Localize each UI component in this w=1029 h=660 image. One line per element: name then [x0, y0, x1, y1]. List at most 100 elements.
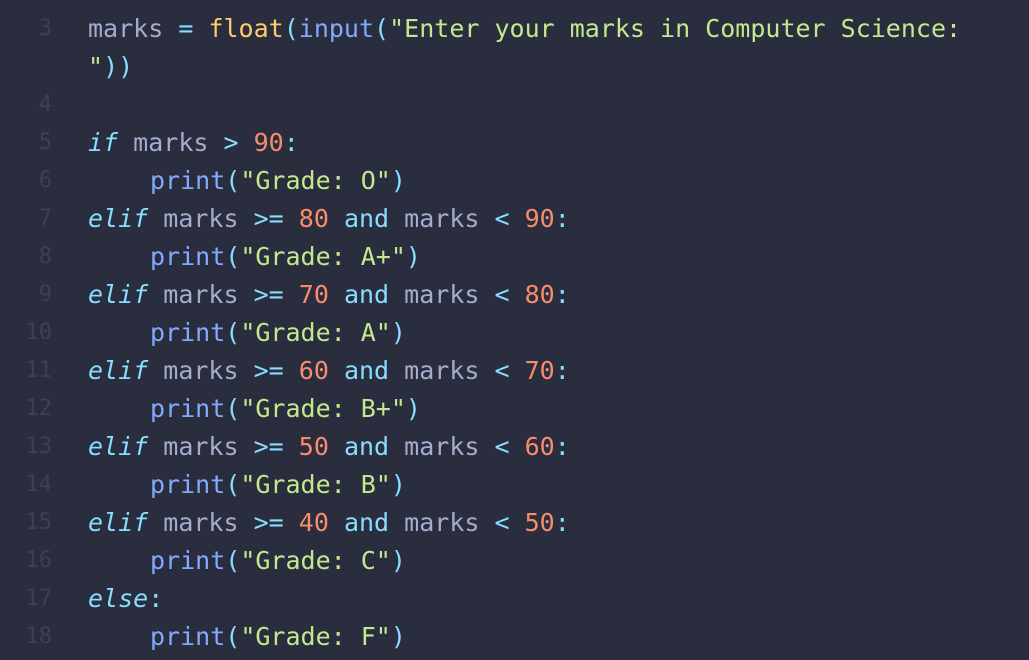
paren-token: (: [374, 14, 390, 43]
line-number: 10: [25, 320, 53, 345]
code-line: elif marks >= 40 and marks < 50:: [88, 504, 1009, 542]
builtin-token: print: [150, 166, 226, 195]
string-token: "Grade: B+": [240, 394, 406, 423]
operator-token: <: [494, 280, 510, 309]
code-line: print("Grade: B"): [88, 466, 1009, 504]
code-line: print("Grade: F"): [88, 618, 1009, 656]
paren-token: (: [225, 318, 241, 347]
number-token: 80: [298, 204, 329, 233]
paren-token: ): [390, 546, 406, 575]
paren-token: ): [405, 242, 421, 271]
string-token: "Grade: B": [240, 470, 391, 499]
operator-token: <: [494, 204, 510, 233]
line-number: 12: [25, 396, 53, 421]
number-token: 50: [298, 432, 329, 461]
line-number: 4: [38, 92, 52, 117]
variable-token: marks: [404, 508, 480, 537]
colon-token: :: [148, 584, 164, 613]
number-token: 70: [298, 280, 329, 309]
paren-token: )): [103, 52, 134, 81]
code-content[interactable]: marks = float(input("Enter your marks in…: [88, 10, 1009, 656]
variable-token: marks: [404, 280, 480, 309]
code-line-wrap: ")): [88, 48, 1009, 86]
paren-token: ): [390, 622, 406, 651]
paren-token: (: [283, 14, 299, 43]
builtin-token: print: [150, 318, 226, 347]
string-token: "Grade: C": [240, 546, 391, 575]
number-token: 80: [524, 280, 555, 309]
colon-token: :: [554, 356, 570, 385]
variable-token: marks: [404, 356, 480, 385]
line-number: 17: [25, 586, 53, 611]
operator-token: <: [494, 356, 510, 385]
line-number-gutter: 3 4 5 6 7 8 9 10 11 12 13 14 15 16 17 18: [0, 10, 53, 656]
operator-token: >=: [253, 356, 284, 385]
paren-token: (: [225, 622, 241, 651]
variable-token: marks: [88, 14, 164, 43]
line-number: 15: [25, 510, 53, 535]
keyword-token: elif: [88, 280, 149, 309]
code-line: elif marks >= 80 and marks < 90:: [88, 200, 1009, 238]
code-line: elif marks >= 60 and marks < 70:: [88, 352, 1009, 390]
colon-token: :: [283, 128, 299, 157]
code-line: marks = float(input("Enter your marks in…: [88, 10, 1009, 48]
colon-token: :: [554, 508, 570, 537]
string-token: ": [88, 52, 104, 81]
line-number: 18: [25, 624, 53, 649]
operator-token: >=: [253, 204, 284, 233]
operator-token: >: [223, 128, 239, 157]
paren-token: (: [225, 166, 241, 195]
variable-token: marks: [163, 356, 239, 385]
line-number: 13: [25, 434, 53, 459]
builtin-token: print: [150, 546, 226, 575]
line-number: 9: [38, 282, 52, 307]
variable-token: marks: [404, 432, 480, 461]
code-line: else:: [88, 580, 1009, 618]
variable-token: marks: [163, 508, 239, 537]
line-number: 3: [38, 16, 52, 41]
paren-token: (: [225, 242, 241, 271]
colon-token: :: [554, 280, 570, 309]
operator-token: <: [494, 508, 510, 537]
keyword-token: else: [88, 584, 149, 613]
paren-token: (: [225, 394, 241, 423]
paren-token: (: [225, 470, 241, 499]
line-number: 7: [38, 206, 52, 231]
line-number: 6: [38, 168, 52, 193]
code-line: elif marks >= 70 and marks < 80:: [88, 276, 1009, 314]
colon-token: :: [554, 204, 570, 233]
operator-token: >=: [253, 280, 284, 309]
paren-token: ): [390, 166, 406, 195]
variable-token: marks: [163, 280, 239, 309]
code-editor[interactable]: 3 4 5 6 7 8 9 10 11 12 13 14 15 16 17 18…: [0, 0, 1029, 660]
keyword-token: elif: [88, 508, 149, 537]
keyword-token: elif: [88, 204, 149, 233]
variable-token: marks: [163, 432, 239, 461]
operator-token: >=: [253, 508, 284, 537]
string-token: "Grade: A": [240, 318, 391, 347]
operator-token: >=: [253, 432, 284, 461]
line-number: 14: [25, 472, 53, 497]
number-token: 90: [253, 128, 284, 157]
operator-token: <: [494, 432, 510, 461]
paren-token: ): [390, 470, 406, 499]
code-line: elif marks >= 50 and marks < 60:: [88, 428, 1009, 466]
string-token: "Grade: O": [240, 166, 391, 195]
string-token: "Grade: A+": [240, 242, 406, 271]
number-token: 70: [524, 356, 555, 385]
variable-token: marks: [133, 128, 209, 157]
builtin-token: input: [298, 14, 375, 43]
string-token: "Grade: F": [240, 622, 391, 651]
operator-token: and: [343, 356, 390, 385]
paren-token: ): [405, 394, 421, 423]
code-line: print("Grade: A+"): [88, 238, 1009, 276]
number-token: 40: [298, 508, 329, 537]
line-number: 5: [38, 130, 52, 155]
line-number: 8: [38, 244, 52, 269]
number-token: 50: [524, 508, 555, 537]
builtin-token: print: [150, 470, 226, 499]
code-line: print("Grade: C"): [88, 542, 1009, 580]
builtin-token: print: [150, 394, 226, 423]
line-number: 11: [25, 358, 53, 383]
colon-token: :: [554, 432, 570, 461]
